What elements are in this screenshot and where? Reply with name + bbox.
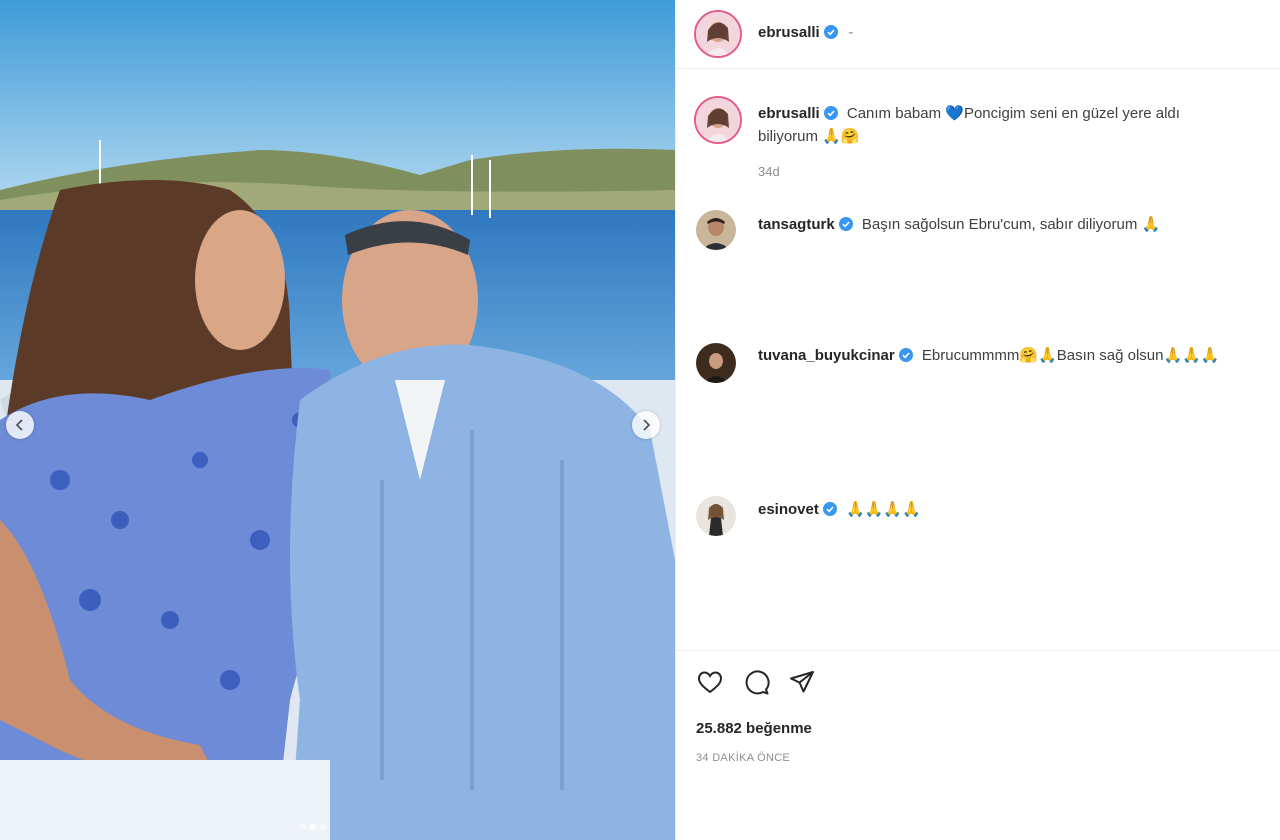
owner-username[interactable]: ebrusalli (758, 24, 820, 41)
photo-illustration (0, 0, 675, 840)
comment-username[interactable]: tansagturk (758, 216, 835, 233)
comment-row: tansagturk Başın sağolsun Ebru'cum, sabı… (758, 213, 1238, 236)
paper-plane-icon[interactable] (788, 668, 816, 696)
avatar-image (696, 98, 740, 142)
caption-avatar[interactable] (694, 96, 742, 144)
heart-outline-icon[interactable] (696, 668, 724, 696)
comment-username[interactable]: esinovet (758, 501, 819, 518)
blue-heart-emoji: 💙 (945, 104, 964, 122)
verified-badge-icon (823, 106, 838, 120)
avatar-image (696, 12, 740, 56)
post-timestamp: 34 DAKİKA ÖNCE (696, 752, 791, 764)
caption-text-1: Canım babam (846, 105, 942, 122)
verified-badge-icon (838, 217, 853, 231)
comment-username[interactable]: tuvana_buyukcinar (758, 347, 895, 364)
header-separator: - (848, 24, 854, 41)
carousel-dot (300, 824, 306, 830)
avatar-image (696, 343, 736, 383)
likes-count[interactable]: 25.882 beğenme (696, 720, 812, 737)
avatar-image (696, 210, 736, 250)
verified-badge-icon (823, 25, 838, 39)
comment-text: Ebrucummmm🤗🙏Basın sağ olsun🙏🙏🙏 (921, 347, 1220, 364)
next-photo-button[interactable] (632, 411, 660, 439)
post-details-panel: ebrusalli - ebrusalli Canım babam 💙Ponci… (675, 0, 1280, 840)
verified-badge-icon (822, 502, 837, 516)
post-actions (696, 668, 816, 696)
post-photo[interactable] (0, 0, 675, 840)
caption-age[interactable]: 34d (758, 164, 780, 179)
post-header: ebrusalli - (676, 0, 1280, 69)
comment-row: tuvana_buyukcinar Ebrucummmm🤗🙏Basın sağ … (758, 345, 1238, 367)
caption-emojis: 🙏🤗 (822, 127, 860, 145)
chevron-left-icon (15, 419, 23, 431)
carousel-dot (320, 824, 326, 830)
comment-emojis: 🙏🙏🙏🙏 (846, 500, 921, 518)
comment-emojis: 🙏 (1141, 215, 1161, 233)
caption: ebrusalli Canım babam 💙Poncigim seni en … (758, 102, 1238, 148)
verified-badge-icon (898, 348, 913, 362)
owner-avatar[interactable] (694, 10, 742, 58)
chevron-right-icon (643, 419, 651, 431)
comment-text: Başın sağolsun Ebru'cum, sabır diliyorum (861, 216, 1138, 233)
prev-photo-button[interactable] (6, 411, 34, 439)
comment-avatar[interactable] (696, 496, 736, 536)
avatar-image (696, 496, 736, 536)
header-user: ebrusalli - (758, 24, 853, 42)
comment-row: esinovet 🙏🙏🙏🙏 (758, 498, 1238, 521)
comment-avatar[interactable] (696, 343, 736, 383)
actions-divider (676, 650, 1280, 651)
caption-username[interactable]: ebrusalli (758, 105, 820, 122)
carousel-dots (300, 824, 326, 830)
carousel-dot-active (310, 824, 316, 830)
speech-bubble-icon[interactable] (742, 668, 770, 696)
comment-avatar[interactable] (696, 210, 736, 250)
